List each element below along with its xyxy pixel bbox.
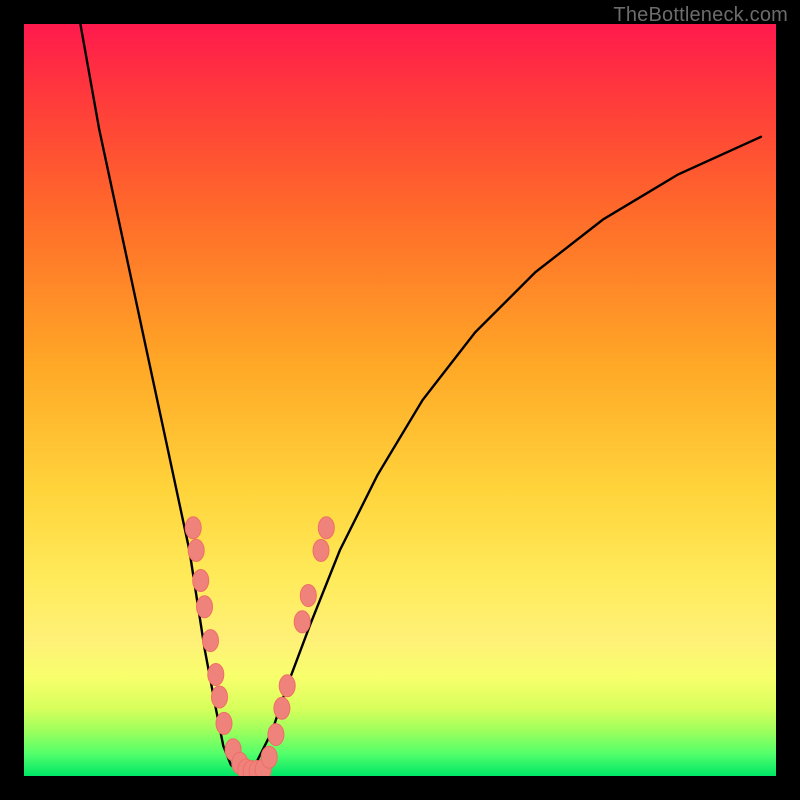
data-markers <box>185 517 334 776</box>
data-marker <box>208 664 224 686</box>
bottleneck-curve <box>80 24 761 774</box>
data-marker <box>185 517 201 539</box>
data-marker <box>212 686 228 708</box>
plot-area <box>24 24 776 776</box>
data-marker <box>203 630 219 652</box>
data-marker <box>313 539 329 561</box>
data-marker <box>193 570 209 592</box>
data-marker <box>197 596 213 618</box>
data-marker <box>274 697 290 719</box>
data-marker <box>279 675 295 697</box>
data-marker <box>188 539 204 561</box>
data-marker <box>294 611 310 633</box>
watermark-text: TheBottleneck.com <box>613 4 788 27</box>
data-marker <box>300 585 316 607</box>
data-marker <box>216 712 232 734</box>
data-marker <box>268 724 284 746</box>
data-marker <box>261 746 277 768</box>
data-marker <box>318 517 334 539</box>
bottleneck-chart <box>24 24 776 776</box>
